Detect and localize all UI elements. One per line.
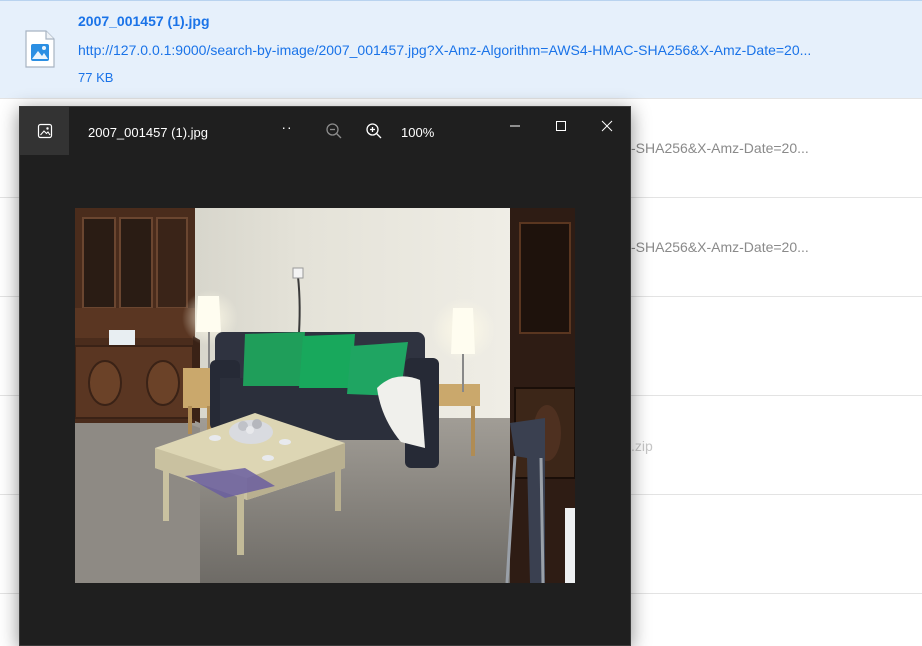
displayed-photo <box>75 208 575 583</box>
download-url-partial[interactable]: -SHA256&X-Amz-Date=20... <box>631 239 809 255</box>
image-file-icon <box>25 30 55 68</box>
download-filename-partial[interactable]: .zip <box>631 438 653 454</box>
close-icon[interactable] <box>592 115 622 137</box>
download-item-active[interactable]: 2007_001457 (1).jpg http://127.0.0.1:900… <box>0 0 922 99</box>
download-url[interactable]: http://127.0.0.1:9000/search-by-image/20… <box>78 42 811 58</box>
living-room-photo <box>75 208 575 583</box>
zoom-in-icon[interactable] <box>365 122 383 140</box>
image-viewer-window[interactable]: 2007_001457 (1).jpg ·· 100% <box>19 106 631 646</box>
viewer-title: 2007_001457 (1).jpg <box>88 125 208 140</box>
download-url-partial[interactable]: -SHA256&X-Amz-Date=20... <box>631 140 809 156</box>
zoom-out-icon[interactable] <box>325 122 343 140</box>
download-filename[interactable]: 2007_001457 (1).jpg <box>78 13 210 29</box>
download-size: 77 KB <box>78 70 114 85</box>
photos-app-icon <box>37 123 52 139</box>
photos-app-button[interactable] <box>20 107 69 155</box>
zoom-level: 100% <box>401 125 435 140</box>
maximize-icon[interactable] <box>546 115 576 137</box>
minimize-icon[interactable] <box>500 115 530 137</box>
more-options-icon[interactable]: ·· <box>278 119 296 141</box>
